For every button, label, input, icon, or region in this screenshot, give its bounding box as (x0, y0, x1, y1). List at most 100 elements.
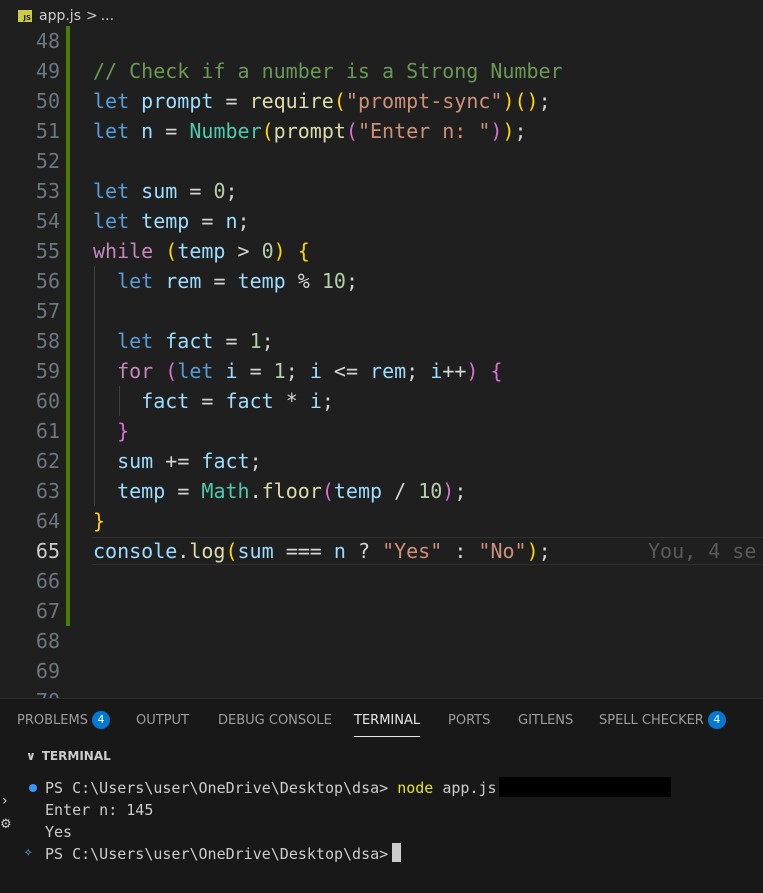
panel-tabs: PROBLEMS 4 OUTPUT DEBUG CONSOLE TERMINAL PORT… (0, 699, 763, 743)
terminal-section-title: TERMINAL (41, 749, 111, 763)
code-line[interactable]: 55 while (temp > 0) { (0, 236, 763, 266)
code-line[interactable]: 64} (0, 506, 763, 536)
code-line[interactable]: 70 (0, 686, 763, 698)
code-line[interactable]: 60 fact = fact * i; (0, 386, 763, 416)
code-line[interactable]: 66 (0, 566, 763, 596)
code-line[interactable]: 68 (0, 626, 763, 656)
count-badge: 4 (91, 711, 110, 729)
line-number: 63 (35, 479, 60, 503)
line-number: 61 (35, 419, 60, 443)
terminal-line: PS C:\Users\user\OneDrive\Desktop\dsa> (45, 843, 402, 865)
code-text: for (let i = 1; i <= rem; i++) { (117, 359, 503, 383)
code-text: let prompt = require("prompt-sync")(); (93, 89, 551, 113)
line-number: 58 (35, 329, 60, 353)
code-line[interactable]: 65 console.log(sum === n ? "Yes" : "No");… (0, 536, 763, 566)
line-number: 53 (35, 179, 60, 203)
code-text: let sum = 0; (93, 179, 238, 203)
line-number: 56 (35, 269, 60, 293)
code-text: } (93, 509, 106, 533)
code-line[interactable]: 62 sum += fact; (0, 446, 763, 476)
tab-debug-console[interactable]: DEBUG CONSOLE (218, 699, 332, 743)
code-text: let n = Number(prompt("Enter n: ")); (93, 119, 527, 143)
terminal-command: node (397, 779, 434, 797)
line-number: 55 (35, 239, 60, 263)
code-line[interactable]: 54 let temp = n; (0, 206, 763, 236)
code-text: // Check if a number is a Strong Number (93, 59, 563, 83)
line-number: 65 (35, 539, 60, 563)
line-number: 54 (35, 209, 60, 233)
tab-spell-checker[interactable]: SPELL CHECKER 4 (599, 699, 726, 743)
tab-label: PORTS (448, 713, 491, 728)
terminal-line: PS C:\Users\user\OneDrive\Desktop\dsa> n… (45, 777, 671, 799)
line-number: 67 (35, 599, 60, 623)
code-line[interactable]: 52 (0, 146, 763, 176)
line-number: 70 (0, 686, 60, 698)
line-number: 60 (35, 389, 60, 413)
tab-output[interactable]: OUTPUT (136, 699, 189, 743)
bottom-panel: PROBLEMS 4 OUTPUT DEBUG CONSOLE TERMINAL PORT… (0, 698, 763, 893)
count-badge: 4 (707, 711, 726, 729)
code-line[interactable]: 51 let n = Number(prompt("Enter n: ")); (0, 116, 763, 146)
line-number: 51 (35, 119, 60, 143)
line-number: 50 (35, 89, 60, 113)
code-text: let rem = temp % 10; (117, 269, 358, 293)
tab-label: OUTPUT (136, 713, 189, 728)
terminal-line: Enter n: 145 (45, 801, 154, 819)
code-text: let temp = n; (93, 209, 250, 233)
line-number: 64 (35, 509, 60, 533)
line-number: 49 (35, 59, 60, 83)
line-number: 62 (35, 449, 60, 473)
code-text: console.log(sum === n ? "Yes" : "No"); (93, 539, 551, 563)
code-line[interactable]: 57 (0, 296, 763, 326)
line-number: 59 (35, 359, 60, 383)
line-number: 66 (35, 569, 60, 593)
terminal-argument: app.js (433, 779, 497, 797)
terminal-line: Yes (45, 823, 73, 841)
tab-terminal[interactable]: TERMINAL (354, 699, 421, 743)
tab-problems[interactable]: PROBLEMS 4 (17, 699, 110, 743)
tab-gitlens[interactable]: GITLENS (518, 699, 573, 743)
tab-label: GITLENS (518, 713, 574, 728)
code-line[interactable]: 67 (0, 596, 763, 626)
javascript-file-icon: JS (18, 10, 32, 22)
line-number: 69 (35, 659, 60, 683)
code-editor[interactable]: 48 49 // Check if a number is a Strong Num… (0, 26, 763, 698)
code-line[interactable]: 53 let sum = 0; (0, 176, 763, 206)
command-success-icon[interactable] (29, 784, 37, 792)
redacted-block (498, 777, 671, 797)
code-text: while (temp > 0) { (93, 239, 310, 263)
code-line[interactable]: 58 let fact = 1; (0, 326, 763, 356)
code-line[interactable]: 59 for (let i = 1; i <= rem; i++) { (0, 356, 763, 386)
breadcrumb-more[interactable]: ... (101, 8, 114, 24)
code-line[interactable]: 61 } (0, 416, 763, 446)
line-number: 57 (35, 299, 60, 323)
code-line[interactable]: 69 (0, 656, 763, 686)
terminal-section-header[interactable]: ∨ TERMINAL (22, 743, 763, 769)
line-number: 68 (35, 629, 60, 653)
chevron-down-icon: ∨ (26, 749, 36, 763)
breadcrumb-file[interactable]: app.js (39, 8, 81, 24)
vscode-window: JS app.js > ... 48 49 // Check if a number… (0, 0, 763, 893)
code-line[interactable]: 50 let prompt = require("prompt-sync")(); (0, 86, 763, 116)
code-line[interactable]: 48 (0, 26, 763, 56)
tab-label: SPELL CHECKER (599, 713, 704, 728)
gitlens-blame-annotation[interactable]: You, 4 se (648, 536, 756, 566)
code-text: } (117, 419, 130, 443)
tab-label: TERMINAL (354, 713, 421, 728)
code-line[interactable]: 63 temp = Math.floor(temp / 10); (0, 476, 763, 506)
line-number: 52 (35, 149, 60, 173)
line-number: 48 (35, 29, 60, 53)
code-text: temp = Math.floor(temp / 10); (117, 479, 467, 503)
breadcrumb-chevron-icon: > (86, 8, 98, 24)
code-line[interactable]: 56 let rem = temp % 10; (0, 266, 763, 296)
code-text: let fact = 1; (117, 329, 274, 353)
terminal-cursor (392, 843, 402, 862)
code-text: fact = fact * i; (141, 389, 334, 413)
code-line[interactable]: 49 // Check if a number is a Strong Numbe… (0, 56, 763, 86)
terminal-output[interactable]: PS C:\Users\user\OneDrive\Desktop\dsa> n… (0, 777, 763, 893)
sparkle-icon[interactable]: ✧ (24, 844, 32, 860)
tab-label: PROBLEMS (17, 713, 88, 728)
code-text: sum += fact; (117, 449, 262, 473)
tab-label: DEBUG CONSOLE (218, 713, 332, 728)
tab-ports[interactable]: PORTS (448, 699, 490, 743)
